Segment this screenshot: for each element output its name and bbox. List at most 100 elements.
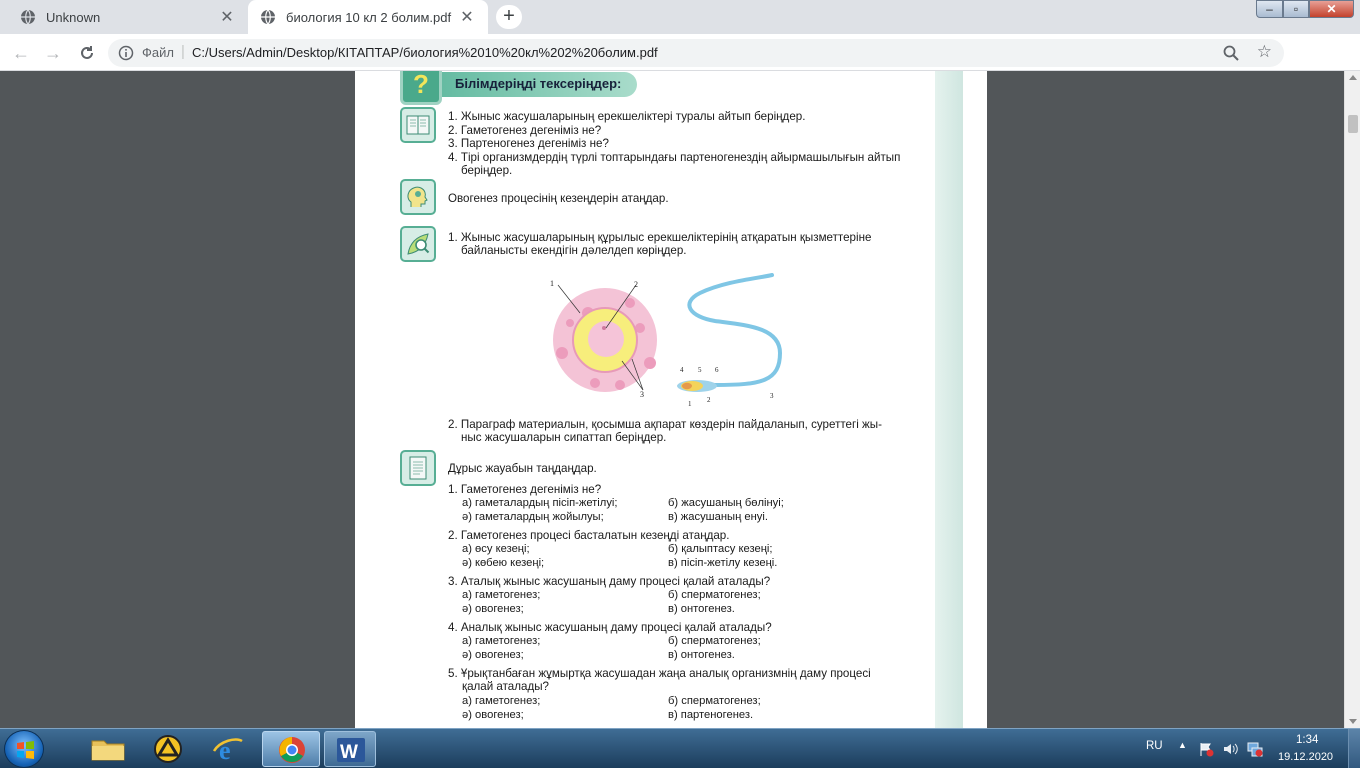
start-button[interactable] <box>4 730 44 768</box>
chrome-icon <box>279 737 305 763</box>
new-tab-button[interactable]: + <box>496 5 522 29</box>
block3-q2-line-1: 2. Параграф материалын, қосымша ақпарат … <box>448 418 882 431</box>
windows-logo-icon <box>17 741 34 759</box>
block3-q2-line-2: ныс жасушаларын сипаттап беріңдер. <box>461 431 667 444</box>
minimize-button[interactable]: – <box>1256 0 1283 18</box>
head-thinking-icon <box>400 179 436 215</box>
close-tab-icon[interactable]: ✕ <box>458 7 476 27</box>
magnifier-leaf-icon <box>400 226 436 262</box>
section-header: Білімдеріңді тексеріңдер: <box>425 72 637 97</box>
q3-answer-a: а) гаметогенез; <box>462 589 541 601</box>
q2-answer-a: а) өсу кезеңі; <box>462 543 530 555</box>
triangle-app-icon <box>154 735 182 763</box>
bookmark-star-icon[interactable]: ☆ <box>1257 42 1272 62</box>
tab-pdf[interactable]: биология 10 кл 2 болим.pdf ✕ <box>248 0 488 34</box>
block1-line-1: 1. Жыныс жасушаларының ерекшеліктері тур… <box>448 110 806 123</box>
zoom-icon[interactable] <box>1222 44 1240 62</box>
address-bar[interactable]: Файл | C:/Users/Admin/Desktop/КІТАПТАР/б… <box>108 39 1284 67</box>
page-side-stripe <box>935 71 963 728</box>
clock-date[interactable]: 19.12.2020 <box>1278 751 1333 763</box>
q1-answer-v: в) жасушаның енуі. <box>668 511 768 523</box>
sperm-cell-drawing <box>677 273 783 392</box>
q5-answer-a: а) гаметогенез; <box>462 695 541 707</box>
q1-answer-ae: ә) гаметалардың жойылуы; <box>462 511 604 523</box>
block4-title: Дұрыс жауабын таңдаңдар. <box>448 462 597 475</box>
q4-answer-a: а) гаметогенез; <box>462 635 541 647</box>
block2-text: Овогенез процесінің кезеңдерін атаңдар. <box>448 192 669 205</box>
scheme-label: Файл <box>142 45 174 60</box>
sperm-label-5: 5 <box>698 366 702 374</box>
question-3: 3. Аталық жыныс жасушаның даму процесі қ… <box>448 575 771 588</box>
question-5-line-2: қалай аталады? <box>462 680 550 693</box>
pdf-viewer[interactable]: Білімдеріңді тексеріңдер: ? 1. Жыныс жас… <box>0 71 1344 728</box>
taskbar-word[interactable]: W <box>324 731 376 767</box>
block1-line-3: 3. Партеногенез дегеніміз не? <box>448 137 609 150</box>
q1-answer-b: б) жасушаның бөлінуі; <box>668 497 784 509</box>
scroll-up-icon[interactable] <box>1349 75 1357 80</box>
question-4: 4. Аналық жыныс жасушаның даму процесі қ… <box>448 621 772 634</box>
close-window-button[interactable]: ✕ <box>1309 0 1354 18</box>
egg-label-3: 3 <box>640 390 644 399</box>
close-tab-icon[interactable]: ✕ <box>218 7 236 27</box>
question-badge-icon: ? <box>400 71 442 105</box>
block1-line-2: 2. Гаметогенез дегеніміз не? <box>448 124 602 137</box>
q5-answer-v: в) партеногенез. <box>668 709 754 721</box>
q2-answer-ae: ә) көбею кезеңі; <box>462 557 545 569</box>
volume-icon[interactable] <box>1222 741 1240 757</box>
internet-explorer-icon: e <box>212 736 243 765</box>
forward-arrow-icon[interactable]: → <box>42 42 64 64</box>
block1-line-5: беріңдер. <box>461 164 513 177</box>
block3-line-2: байланысты екендігін дәлелдеп көріңдер. <box>461 244 687 257</box>
egg-cell-drawing <box>553 288 657 392</box>
tab-unknown[interactable]: Unknown ✕ <box>8 0 248 34</box>
q3-answer-ae: ә) овогенез; <box>462 603 524 615</box>
scroll-thumb[interactable] <box>1348 115 1358 133</box>
germ-cells-figure: 1 2 3 4 5 6 1 2 3 <box>550 273 783 408</box>
sperm-label-2: 2 <box>707 396 711 404</box>
taskbar-app[interactable] <box>142 731 194 767</box>
q4-answer-ae: ә) овогенез; <box>462 649 524 661</box>
q3-answer-v: в) онтогенез. <box>668 603 735 615</box>
sperm-label-1: 1 <box>688 400 692 408</box>
word-icon: W <box>337 738 365 763</box>
tab-title: биология 10 кл 2 болим.pdf <box>286 9 452 25</box>
action-center-flag-icon[interactable] <box>1198 741 1214 757</box>
taskbar-explorer[interactable] <box>82 731 134 767</box>
sperm-label-3: 3 <box>770 392 774 400</box>
reload-icon[interactable] <box>76 42 98 64</box>
info-icon[interactable] <box>118 45 134 61</box>
folder-icon <box>91 740 125 761</box>
divider: | <box>181 43 185 60</box>
network-icon[interactable] <box>1246 740 1264 758</box>
block1-line-4: 4. Тірі организмдердің түрлі топтарындағ… <box>448 151 901 164</box>
q5-answer-ae: ә) овогенез; <box>462 709 524 721</box>
document-list-icon <box>400 450 436 486</box>
egg-label-2: 2 <box>634 280 638 289</box>
taskbar-ie[interactable]: e <box>202 731 254 767</box>
question-1: 1. Гаметогенез дегеніміз не? <box>448 483 602 496</box>
q1-answer-a: а) гаметалардың пісіп-жетілуі; <box>462 497 618 509</box>
tray-expand-icon[interactable]: ▲ <box>1178 740 1187 750</box>
vertical-scrollbar[interactable] <box>1344 71 1360 728</box>
egg-label-1: 1 <box>550 279 554 288</box>
browser-toolbar: ← → Файл | C:/Users/Admin/Desktop/КІТАПТ… <box>0 34 1360 97</box>
svg-text:W: W <box>340 742 358 763</box>
language-indicator[interactable]: RU <box>1146 740 1163 752</box>
back-arrow-icon[interactable]: ← <box>10 42 32 64</box>
maximize-button[interactable]: ▫ <box>1283 0 1309 18</box>
question-5-line-1: 5. Ұрықтанбаған жұмыртқа жасушадан жаңа … <box>448 667 871 680</box>
scroll-down-icon[interactable] <box>1349 719 1357 724</box>
taskbar-chrome[interactable] <box>262 731 320 767</box>
pdf-page: Білімдеріңді тексеріңдер: ? 1. Жыныс жас… <box>355 71 987 728</box>
tab-title: Unknown <box>46 9 101 25</box>
q4-answer-v: в) онтогенез. <box>668 649 735 661</box>
q4-answer-b: б) сперматогенез; <box>668 635 761 647</box>
clock-time[interactable]: 1:34 <box>1296 734 1318 746</box>
q2-answer-b: б) қалыптасу кезеңі; <box>668 543 773 555</box>
q3-answer-b: б) сперматогенез; <box>668 589 761 601</box>
sperm-label-6: 6 <box>715 366 719 374</box>
url-text[interactable]: C:/Users/Admin/Desktop/КІТАПТАР/биология… <box>192 45 658 60</box>
globe-icon <box>20 9 36 25</box>
sperm-label-4: 4 <box>680 366 684 374</box>
show-desktop-button[interactable] <box>1348 729 1360 768</box>
